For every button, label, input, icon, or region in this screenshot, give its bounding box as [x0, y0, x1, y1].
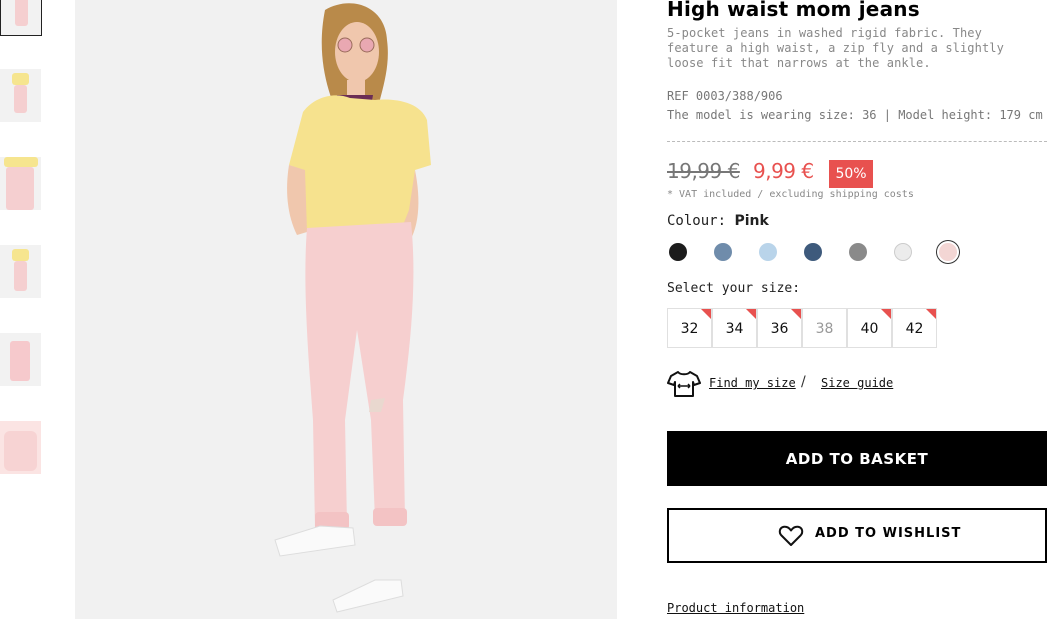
model-size-info: The model is wearing size: 36 | Model he… — [667, 108, 1043, 122]
colour-swatch-light-blue[interactable] — [759, 243, 777, 261]
colour-swatch-grey[interactable] — [849, 243, 867, 261]
low-stock-marker — [791, 309, 801, 319]
thumbnail-2[interactable] — [0, 69, 41, 123]
size-value: 34 — [725, 321, 744, 337]
thumbnail-shirt-image — [4, 157, 38, 167]
product-information-link[interactable]: Product information — [667, 601, 804, 615]
colour-swatch-dark-blue[interactable] — [804, 243, 822, 261]
size-label: Select your size: — [667, 281, 801, 296]
main-product-image[interactable] — [75, 0, 617, 619]
size-option-38[interactable]: 38 — [802, 308, 847, 348]
thumbnail-1[interactable] — [0, 0, 42, 36]
wishlist-label: ADD TO WISHLIST — [815, 526, 962, 541]
colour-label: Colour: Pink — [667, 213, 769, 229]
selected-colour-name: Pink — [734, 213, 769, 229]
size-help-row: Find my size / Size guide — [667, 370, 967, 400]
low-stock-marker — [926, 309, 936, 319]
thumbnail-jeans-image — [10, 341, 30, 381]
size-option-42[interactable]: 42 — [892, 308, 937, 348]
colour-swatches — [667, 241, 967, 265]
add-to-wishlist-button[interactable]: ADD TO WISHLIST — [667, 508, 1047, 563]
product-description: 5-pocket jeans in washed rigid fabric. T… — [667, 26, 1004, 70]
add-to-basket-button[interactable]: ADD TO BASKET — [667, 431, 1047, 486]
price-row: 19,99 € 9,99 € 50% — [667, 158, 1047, 188]
heart-icon — [778, 525, 804, 546]
thumbnail-jeans-image — [14, 85, 27, 113]
thumbnail-fabric-image — [4, 431, 37, 471]
model-photo — [75, 0, 617, 619]
product-title: High waist mom jeans — [667, 0, 920, 21]
low-stock-marker — [701, 309, 711, 319]
old-price: 19,99 € — [667, 159, 740, 183]
product-reference: REF 0003/388/906 — [667, 89, 783, 103]
thumbnail-jeans-image — [14, 261, 27, 291]
colour-swatch-pink[interactable] — [939, 243, 957, 261]
size-option-36[interactable]: 36 — [757, 308, 802, 348]
colour-swatch-white[interactable] — [894, 243, 912, 261]
find-my-size-link[interactable]: Find my size — [709, 376, 796, 390]
size-option-40[interactable]: 40 — [847, 308, 892, 348]
thumbnail-6[interactable] — [0, 421, 41, 475]
size-guide-link[interactable]: Size guide — [821, 376, 893, 390]
colour-label-text: Colour: — [667, 213, 727, 229]
sale-price: 9,99 € — [753, 159, 814, 183]
discount-badge: 50% — [829, 160, 873, 188]
size-value: 42 — [905, 321, 924, 337]
size-value: 40 — [860, 321, 879, 337]
vat-note: * VAT included / excluding shipping cost… — [667, 189, 914, 200]
size-value: 38 — [815, 321, 834, 337]
size-option-32[interactable]: 32 — [667, 308, 712, 348]
thumbnail-shirt-image — [12, 249, 29, 261]
size-value: 32 — [680, 321, 699, 337]
thumbnail-jeans-image — [15, 0, 28, 26]
link-separator: / — [801, 374, 806, 390]
size-selector: 32 34 36 38 40 42 — [667, 308, 939, 349]
divider — [667, 141, 1047, 142]
low-stock-marker — [881, 309, 891, 319]
size-option-34[interactable]: 34 — [712, 308, 757, 348]
thumbnail-3[interactable] — [0, 157, 41, 211]
thumbnail-4[interactable] — [0, 245, 41, 299]
colour-swatch-mid-blue[interactable] — [714, 243, 732, 261]
size-value: 36 — [770, 321, 789, 337]
thumbnail-shirt-image — [12, 73, 29, 85]
thumbnail-jeans-image — [6, 167, 34, 210]
low-stock-marker — [746, 309, 756, 319]
product-info-panel: High waist mom jeans 5-pocket jeans in w… — [667, 0, 1047, 619]
thumbnail-5[interactable] — [0, 333, 41, 387]
tshirt-icon — [667, 371, 701, 397]
colour-swatch-black[interactable] — [669, 243, 687, 261]
